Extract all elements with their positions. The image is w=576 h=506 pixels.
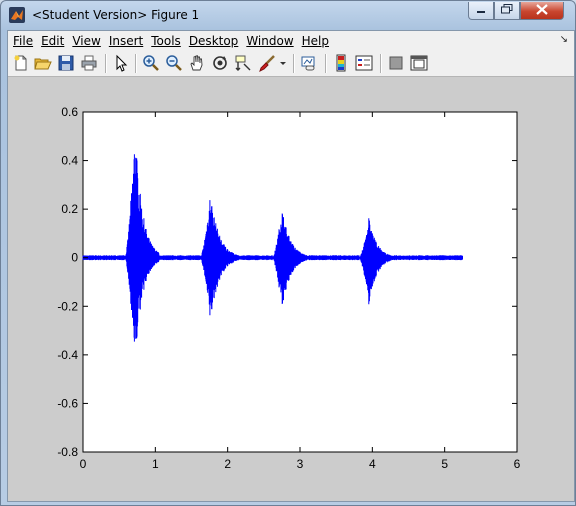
menu-edit[interactable]: Edit <box>38 34 67 48</box>
zoom-in-icon[interactable] <box>142 54 160 72</box>
y-tick-label: 0.4 <box>61 154 78 168</box>
x-tick-label: 2 <box>224 457 231 471</box>
brush-icon[interactable] <box>258 54 276 72</box>
open-file-icon[interactable] <box>34 54 52 72</box>
menu-help[interactable]: Help <box>299 34 332 48</box>
x-tick-label: 6 <box>514 457 521 471</box>
y-tick-label: 0 <box>71 251 78 265</box>
y-tick-label: -0.6 <box>57 396 78 410</box>
print-icon[interactable] <box>80 54 98 72</box>
title-bar[interactable]: <Student Version> Figure 1 <box>1 1 575 30</box>
hide-plot-tools-icon[interactable] <box>387 54 405 72</box>
y-tick-label: 0.2 <box>61 202 78 216</box>
menu-insert[interactable]: Insert <box>106 34 146 48</box>
waveform-plot[interactable]: 0 1 2 3 4 5 6 0.6 0.4 0.2 0 -0.2 -0.4 -0.6 -0.8 <box>8 77 574 501</box>
menu-file[interactable]: File <box>10 34 36 48</box>
toolbar-separator <box>325 54 327 73</box>
minimize-icon <box>476 4 486 17</box>
menu-bar: File Edit View Insert Tools Desktop Wind… <box>8 31 574 51</box>
x-tick-label: 1 <box>152 457 159 471</box>
x-tick-label: 3 <box>297 457 304 471</box>
toolbar-separator <box>293 54 295 73</box>
y-tick-label: -0.4 <box>57 348 78 362</box>
show-plot-tools-icon[interactable] <box>410 54 428 72</box>
toolbar-separator <box>135 54 137 73</box>
x-tick-label: 5 <box>441 457 448 471</box>
zoom-out-icon[interactable] <box>165 54 183 72</box>
close-icon <box>536 3 548 18</box>
dock-arrow-icon[interactable]: ↘ <box>560 34 568 45</box>
x-tick-label: 4 <box>369 457 376 471</box>
plot-axes-background <box>82 111 518 453</box>
close-button[interactable] <box>520 2 564 20</box>
rotate-3d-icon[interactable] <box>211 54 229 72</box>
matlab-logo-icon <box>9 7 25 23</box>
y-tick-label: -0.8 <box>57 445 78 459</box>
minimize-button[interactable] <box>468 2 494 20</box>
link-plot-icon[interactable] <box>300 54 318 72</box>
toolbar-separator <box>380 54 382 73</box>
colorbar-icon[interactable] <box>332 54 350 72</box>
x-tick-label: 0 <box>80 457 87 471</box>
figure-toolbar <box>8 51 574 77</box>
edit-plot-arrow-icon[interactable] <box>112 54 130 72</box>
pan-hand-icon[interactable] <box>188 54 206 72</box>
toolbar-separator <box>105 54 107 73</box>
y-tick-label: 0.6 <box>61 105 78 119</box>
maximize-button[interactable] <box>494 2 520 20</box>
data-cursor-icon[interactable] <box>234 54 252 72</box>
figure-canvas[interactable]: 0 1 2 3 4 5 6 0.6 0.4 0.2 0 -0.2 -0.4 -0.6 -0.8 <box>8 77 574 501</box>
legend-icon[interactable] <box>355 54 373 72</box>
save-icon[interactable] <box>57 54 75 72</box>
figure-client-area: File Edit View Insert Tools Desktop Wind… <box>7 30 575 502</box>
y-tick-label: -0.2 <box>57 299 78 313</box>
brush-dropdown-icon[interactable] <box>278 54 288 72</box>
window-title: <Student Version> Figure 1 <box>32 8 200 22</box>
figure-window: <Student Version> Figure 1 File Edit Vie… <box>0 0 576 506</box>
menu-tools[interactable]: Tools <box>148 34 184 48</box>
restore-icon <box>501 4 513 17</box>
new-figure-icon[interactable] <box>12 54 30 72</box>
menu-window[interactable]: Window <box>243 34 296 48</box>
menu-desktop[interactable]: Desktop <box>186 34 242 48</box>
menu-view[interactable]: View <box>69 34 103 48</box>
